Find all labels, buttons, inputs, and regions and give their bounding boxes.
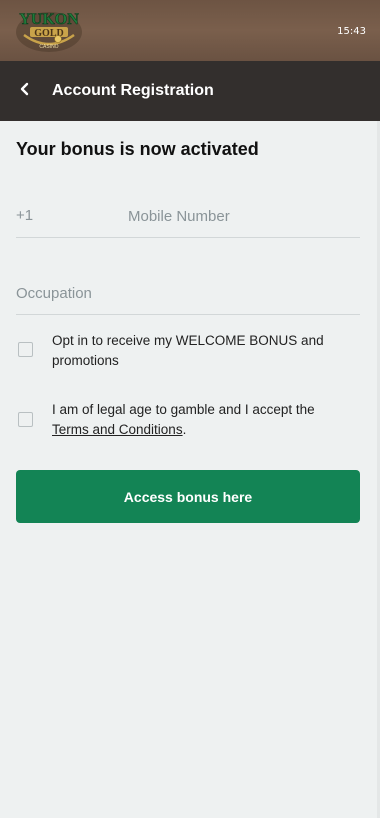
legal-age-text: I am of legal age to gamble and I accept… [52,402,315,417]
country-code-prefix[interactable]: +1 [16,207,33,224]
bonus-activated-heading: Your bonus is now activated [16,139,259,159]
yukon-gold-logo: YUKON GOLD CASINO [16,11,82,52]
chevron-left-icon [20,82,29,96]
occupation-input[interactable] [16,274,356,312]
legal-age-label: I am of legal age to gamble and I accept… [52,400,352,440]
access-bonus-button[interactable]: Access bonus here [16,470,360,523]
page-title: Account Registration [52,82,214,99]
occupation-field [16,274,360,315]
svg-text:YUKON: YUKON [19,11,79,28]
terms-link[interactable]: Terms and Conditions [52,422,183,437]
opt-in-label: Opt in to receive my WELCOME BONUS and p… [52,333,324,368]
clock-time: 15:43 [337,26,366,37]
svg-text:CASINO: CASINO [39,44,58,50]
phone-field: +1 [16,198,360,238]
mobile-number-input[interactable] [128,198,358,234]
back-button[interactable] [16,78,36,100]
opt-in-checkbox[interactable] [18,342,33,357]
status-bar: YUKON GOLD CASINO 15:43 [0,0,380,61]
legal-age-period: . [182,422,187,437]
legal-age-checkbox[interactable] [18,412,33,427]
page-header: Account Registration [0,61,380,121]
